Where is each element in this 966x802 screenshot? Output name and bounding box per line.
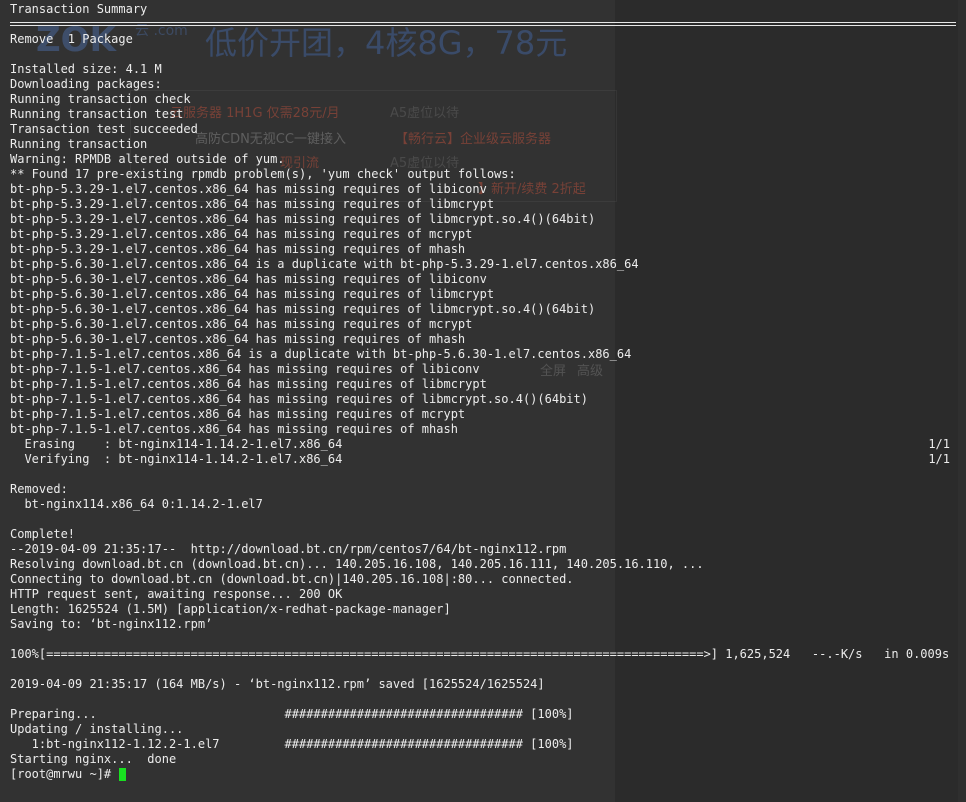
output-line: Updating / installing...	[10, 722, 184, 736]
output-line: Transaction test succeeded	[10, 122, 198, 136]
output-line: bt-php-7.1.5-1.el7.centos.x86_64 has mis…	[10, 362, 480, 376]
transaction-progress-row: Verifying : bt-nginx114-1.14.2-1.el7.x86…	[10, 452, 950, 467]
transaction-progress-row: Erasing : bt-nginx114-1.14.2-1.el7.x86_6…	[10, 437, 950, 452]
output-line: bt-php-5.6.30-1.el7.centos.x86_64 has mi…	[10, 287, 495, 301]
output-line: Running transaction	[10, 137, 148, 151]
output-line: Preparing... ###########################…	[10, 707, 574, 721]
progress-label: Erasing : bt-nginx114-1.14.2-1.el7.x86_6…	[10, 437, 343, 451]
output-line: bt-php-7.1.5-1.el7.centos.x86_64 is a du…	[10, 347, 632, 361]
output-line: 1:bt-nginx112-1.12.2-1.el7 #############…	[10, 737, 574, 751]
output-line: Installed size: 4.1 M	[10, 62, 162, 76]
output-line: HTTP request sent, awaiting response... …	[10, 587, 343, 601]
output-line: Connecting to download.bt.cn (download.b…	[10, 572, 574, 586]
output-line: --2019-04-09 21:35:17-- http://download.…	[10, 542, 567, 556]
output-line: Removed:	[10, 482, 68, 496]
output-line: bt-nginx114.x86_64 0:1.14.2-1.el7	[10, 497, 263, 511]
output-line: bt-php-7.1.5-1.el7.centos.x86_64 has mis…	[10, 407, 466, 421]
separator-line	[10, 17, 956, 32]
output-line: bt-php-5.6.30-1.el7.centos.x86_64 has mi…	[10, 317, 473, 331]
output-line: Starting nginx... done	[10, 752, 177, 766]
output-line: bt-php-5.3.29-1.el7.centos.x86_64 has mi…	[10, 212, 596, 226]
output-line: bt-php-7.1.5-1.el7.centos.x86_64 has mis…	[10, 422, 458, 436]
text-cursor	[119, 768, 127, 781]
output-line: bt-php-5.3.29-1.el7.centos.x86_64 has mi…	[10, 197, 495, 211]
output-line: Running transaction test	[10, 107, 184, 121]
output-line: 2019-04-09 21:35:17 (164 MB/s) - ‘bt-ngi…	[10, 677, 545, 691]
progress-label: Verifying : bt-nginx114-1.14.2-1.el7.x86…	[10, 452, 343, 466]
shell-prompt[interactable]: [root@mrwu ~]#	[10, 767, 956, 782]
output-line: Warning: RPMDB altered outside of yum.	[10, 152, 285, 166]
output-line: Length: 1625524 (1.5M) [application/x-re…	[10, 602, 451, 616]
output-line: bt-php-7.1.5-1.el7.centos.x86_64 has mis…	[10, 377, 487, 391]
output-line: bt-php-7.1.5-1.el7.centos.x86_64 has mis…	[10, 392, 588, 406]
progress-count: 1/1	[928, 452, 950, 466]
terminal-output: Transaction Summary Remove 1 Package Inst…	[0, 0, 966, 782]
scrollbar[interactable]	[958, 0, 966, 802]
output-line: 100%[===================================…	[10, 647, 950, 661]
progress-count: 1/1	[928, 437, 950, 451]
output-line: bt-php-5.6.30-1.el7.centos.x86_64 is a d…	[10, 257, 639, 271]
output-line: Transaction Summary	[10, 2, 148, 16]
output-line: bt-php-5.6.30-1.el7.centos.x86_64 has mi…	[10, 332, 466, 346]
output-line: Resolving download.bt.cn (download.bt.cn…	[10, 557, 704, 571]
terminal-window[interactable]: ZOK 云 .com 低价开团，4核8G，78元 云服务器 1H1G 仅需28元…	[0, 0, 966, 802]
output-line: bt-php-5.3.29-1.el7.centos.x86_64 has mi…	[10, 182, 487, 196]
output-line: Running transaction check	[10, 92, 191, 106]
output-line: Complete!	[10, 527, 76, 541]
output-line: bt-php-5.6.30-1.el7.centos.x86_64 has mi…	[10, 272, 487, 286]
output-line: bt-php-5.3.29-1.el7.centos.x86_64 has mi…	[10, 242, 466, 256]
output-line: Downloading packages:	[10, 77, 162, 91]
output-line: bt-php-5.6.30-1.el7.centos.x86_64 has mi…	[10, 302, 596, 316]
prompt-text: [root@mrwu ~]#	[10, 767, 119, 781]
output-line: Saving to: ‘bt-nginx112.rpm’	[10, 617, 213, 631]
output-line: Remove 1 Package	[10, 32, 133, 46]
output-line: ** Found 17 pre-existing rpmdb problem(s…	[10, 167, 516, 181]
output-line: bt-php-5.3.29-1.el7.centos.x86_64 has mi…	[10, 227, 473, 241]
